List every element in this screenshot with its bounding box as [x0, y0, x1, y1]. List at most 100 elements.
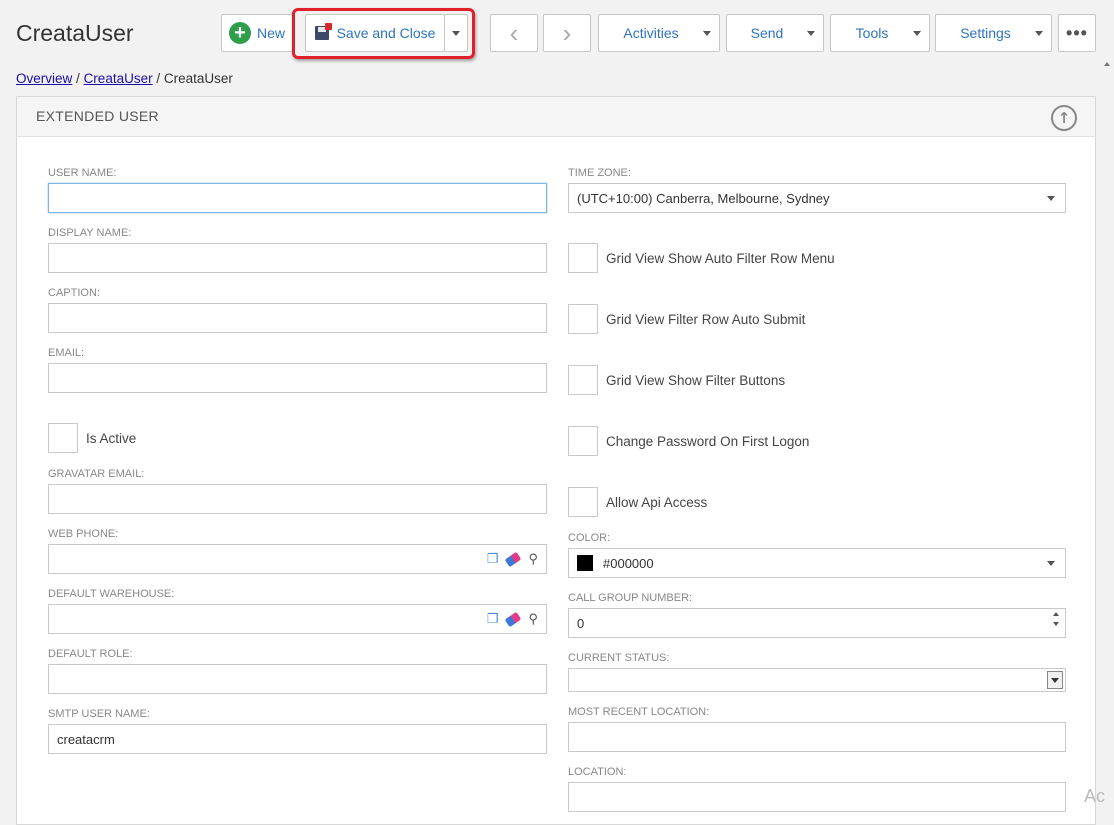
display-name-input[interactable] [48, 243, 547, 273]
page-title: CreataUser [16, 20, 134, 46]
web-phone-actions: ❐ ⚲ [487, 551, 538, 567]
change-password-on-first-logon-checkbox[interactable] [568, 426, 598, 456]
new-button-label: New [256, 25, 285, 41]
color-swatch [577, 555, 593, 571]
save-and-close-button[interactable]: Save and Close [305, 14, 445, 52]
grid-view-filter-row-auto-submit-checkbox[interactable] [568, 304, 598, 334]
change-password-on-first-logon-label: Change Password On First Logon [606, 434, 810, 449]
increment-icon[interactable] [1053, 612, 1059, 616]
allow-api-access-label: Allow Api Access [606, 495, 708, 510]
chevron-down-icon [1047, 561, 1055, 566]
chevron-left-icon: ‹ [509, 17, 519, 48]
smtp-user-name-label: SMTP USER NAME: [48, 708, 150, 720]
default-warehouse-input[interactable]: ❐ ⚲ [48, 604, 547, 634]
grid-view-show-filter-buttons-checkbox[interactable] [568, 365, 598, 395]
chevron-down-icon [1035, 30, 1043, 36]
save-icon [314, 23, 332, 40]
location-label: LOCATION: [568, 766, 627, 778]
email-label: EMAIL: [48, 347, 85, 359]
email-input[interactable] [48, 363, 547, 393]
panel-header: EXTENDED USER ↑ [17, 97, 1095, 137]
breadcrumb-current: CreataUser [163, 71, 233, 86]
collapse-icon[interactable]: ↑ [1051, 105, 1077, 131]
ellipsis-icon: ••• [1066, 22, 1088, 43]
send-menu-button[interactable]: Send [726, 14, 824, 52]
previous-button[interactable]: ‹ [490, 14, 538, 52]
save-options-dropdown[interactable] [444, 14, 468, 52]
grid-view-show-filter-buttons-label: Grid View Show Filter Buttons [606, 373, 786, 388]
combo-dropdown-button[interactable] [1047, 671, 1063, 689]
new-button[interactable]: + New [221, 14, 293, 52]
page: CreataUser + New Save and Close ‹ › Acti… [0, 0, 1114, 825]
send-label: Send [750, 25, 784, 41]
scrollbar[interactable] [1102, 60, 1112, 825]
web-phone-input[interactable]: ❐ ⚲ [48, 544, 547, 574]
web-phone-label: WEB PHONE: [48, 528, 119, 540]
most-recent-location-label: MOST RECENT LOCATION: [568, 706, 710, 718]
save-and-close-label: Save and Close [336, 25, 436, 41]
panel-title: EXTENDED USER [36, 108, 159, 124]
decrement-icon[interactable] [1053, 622, 1059, 626]
eraser-icon[interactable] [505, 611, 522, 627]
time-zone-select[interactable]: (UTC+10:00) Canberra, Melbourne, Sydney [568, 183, 1066, 213]
gravatar-email-label: GRAVATAR EMAIL: [48, 468, 145, 480]
search-icon[interactable]: ⚲ [528, 611, 538, 627]
chevron-down-icon [807, 30, 815, 36]
color-label: COLOR: [568, 532, 611, 544]
grid-view-show-auto-filter-row-menu-label: Grid View Show Auto Filter Row Menu [606, 251, 835, 266]
caption-input[interactable] [48, 303, 547, 333]
breadcrumb-creatauser-link[interactable]: CreataUser [84, 71, 153, 86]
tools-label: Tools [855, 25, 889, 41]
breadcrumb-separator: / [76, 71, 80, 86]
activities-menu-button[interactable]: Activities [598, 14, 720, 52]
tools-menu-button[interactable]: Tools [830, 14, 930, 52]
copy-icon[interactable]: ❐ [487, 611, 499, 627]
smtp-user-name-input[interactable]: creatacrm [48, 724, 547, 754]
call-group-number-value: 0 [577, 615, 585, 631]
caption-label: CAPTION: [48, 287, 100, 299]
grid-view-filter-row-auto-submit-label: Grid View Filter Row Auto Submit [606, 312, 806, 327]
call-group-number-stepper[interactable]: 0 [568, 608, 1066, 638]
default-warehouse-actions: ❐ ⚲ [487, 611, 538, 627]
activities-label: Activities [623, 25, 679, 41]
chevron-right-icon: › [562, 17, 572, 48]
more-options-button[interactable]: ••• [1058, 14, 1096, 52]
settings-label: Settings [960, 25, 1011, 41]
is-active-checkbox[interactable] [48, 423, 78, 453]
location-input[interactable] [568, 782, 1066, 812]
default-role-label: DEFAULT ROLE: [48, 648, 133, 660]
eraser-icon[interactable] [505, 551, 522, 567]
copy-icon[interactable]: ❐ [487, 551, 499, 567]
color-value: #000000 [603, 555, 654, 571]
spinner [1053, 612, 1059, 626]
next-button[interactable]: › [543, 14, 591, 52]
user-name-input[interactable] [48, 183, 547, 213]
extended-user-panel: EXTENDED USER ↑ USER NAME: DISPLAY NAME:… [16, 96, 1096, 825]
chevron-down-icon [703, 30, 711, 36]
color-picker[interactable]: #000000 [568, 548, 1066, 578]
is-active-label: Is Active [86, 431, 137, 446]
search-icon[interactable]: ⚲ [528, 551, 538, 567]
chevron-down-icon [913, 30, 921, 36]
gravatar-email-input[interactable] [48, 484, 547, 514]
current-status-label: CURRENT STATUS: [568, 652, 670, 664]
display-name-label: DISPLAY NAME: [48, 227, 132, 239]
time-zone-value: (UTC+10:00) Canberra, Melbourne, Sydney [577, 190, 830, 206]
default-role-input[interactable] [48, 664, 547, 694]
default-warehouse-label: DEFAULT WAREHOUSE: [48, 588, 175, 600]
chevron-down-icon [452, 30, 460, 36]
most-recent-location-input[interactable] [568, 722, 1066, 752]
chevron-down-icon [1051, 677, 1059, 683]
breadcrumb-overview-link[interactable]: Overview [16, 71, 72, 86]
scroll-up-icon[interactable] [1104, 62, 1110, 66]
allow-api-access-checkbox[interactable] [568, 487, 598, 517]
current-status-combo[interactable] [568, 668, 1066, 692]
watermark-text: Ac [1084, 786, 1106, 806]
breadcrumb-separator: / [156, 71, 161, 86]
call-group-number-label: CALL GROUP NUMBER: [568, 592, 693, 604]
settings-menu-button[interactable]: Settings [935, 14, 1052, 52]
chevron-down-icon [1047, 196, 1055, 201]
smtp-user-name-value: creatacrm [57, 731, 115, 747]
user-name-label: USER NAME: [48, 167, 117, 179]
grid-view-show-auto-filter-row-menu-checkbox[interactable] [568, 243, 598, 273]
